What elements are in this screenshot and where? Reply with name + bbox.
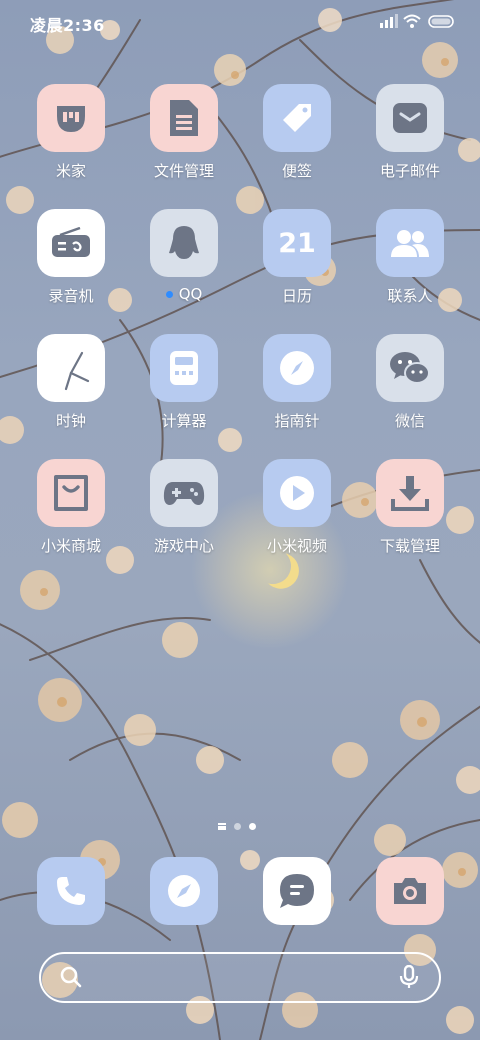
- app-label: QQ: [129, 285, 239, 303]
- message-icon: [263, 857, 331, 925]
- app-label: 文件管理: [153, 162, 214, 180]
- play-icon: [263, 459, 331, 527]
- app-file[interactable]: 文件管理: [129, 84, 239, 181]
- phone-icon: [37, 857, 105, 925]
- app-label: 游戏中心: [153, 537, 214, 555]
- page-menu-icon: [218, 823, 226, 830]
- app-label: 便签: [281, 162, 312, 180]
- status-time: 凌晨2:36: [30, 16, 105, 35]
- battery-icon: [428, 15, 454, 28]
- app-label: 联系人: [387, 287, 433, 305]
- status-bar: 凌晨2:36: [0, 0, 480, 44]
- app-label: 电子邮件: [379, 162, 440, 180]
- dock-camera[interactable]: [355, 857, 465, 925]
- mijia-icon: [37, 84, 105, 152]
- app-mijia[interactable]: 米家: [16, 84, 126, 181]
- microphone-icon[interactable]: [399, 965, 419, 989]
- camera-icon: [376, 857, 444, 925]
- calendar-icon: 21: [263, 209, 331, 277]
- app-penguin[interactable]: QQ: [129, 209, 239, 303]
- page-dot: [234, 823, 241, 830]
- wifi-icon: [403, 14, 421, 28]
- app-shopping-bag[interactable]: 小米商城: [16, 459, 126, 556]
- file-icon: [150, 84, 218, 152]
- new-badge-dot: [165, 291, 173, 298]
- app-label: 下载管理: [379, 537, 440, 555]
- compass-icon: [263, 334, 331, 402]
- shopping-bag-icon: [37, 459, 105, 527]
- app-download[interactable]: 下载管理: [355, 459, 465, 556]
- app-play[interactable]: 小米视频: [242, 459, 352, 556]
- app-clock[interactable]: 时钟: [16, 334, 126, 431]
- wechat-icon: [376, 334, 444, 402]
- signal-icon: [380, 14, 398, 28]
- app-label: 米家: [55, 162, 86, 180]
- dock-phone[interactable]: [16, 857, 126, 925]
- search-icon: [60, 966, 82, 988]
- calculator-icon: [150, 334, 218, 402]
- search-bar[interactable]: [39, 952, 441, 1003]
- app-label: 小米视频: [266, 537, 327, 555]
- app-label: 指南针: [274, 412, 320, 430]
- app-mail[interactable]: 电子邮件: [355, 84, 465, 181]
- app-radio[interactable]: 录音机: [16, 209, 126, 306]
- penguin-icon: [150, 209, 218, 277]
- gamepad-icon: [150, 459, 218, 527]
- app-contacts[interactable]: 联系人: [355, 209, 465, 306]
- page-indicator[interactable]: [218, 823, 256, 830]
- app-label: 小米商城: [40, 537, 101, 555]
- clock-icon: [37, 334, 105, 402]
- calendar-day-text: 21: [278, 227, 316, 259]
- app-label: 日历: [281, 287, 312, 305]
- app-gamepad[interactable]: 游戏中心: [129, 459, 239, 556]
- app-wechat[interactable]: 微信: [355, 334, 465, 431]
- tag-icon: [263, 84, 331, 152]
- app-label: 时钟: [55, 412, 86, 430]
- dock-message[interactable]: [242, 857, 352, 925]
- mail-icon: [376, 84, 444, 152]
- app-tag[interactable]: 便签: [242, 84, 352, 181]
- app-label: 微信: [394, 412, 425, 430]
- app-label: 录音机: [48, 287, 94, 305]
- page-dot-active: [249, 823, 256, 830]
- download-icon: [376, 459, 444, 527]
- radio-icon: [37, 209, 105, 277]
- app-compass[interactable]: 指南针: [242, 334, 352, 431]
- browser-compass-icon: [150, 857, 218, 925]
- app-label: 计算器: [161, 412, 207, 430]
- dock-browser-compass[interactable]: [129, 857, 239, 925]
- contacts-icon: [376, 209, 444, 277]
- app-calculator[interactable]: 计算器: [129, 334, 239, 431]
- app-calendar[interactable]: 21 日历: [242, 209, 352, 306]
